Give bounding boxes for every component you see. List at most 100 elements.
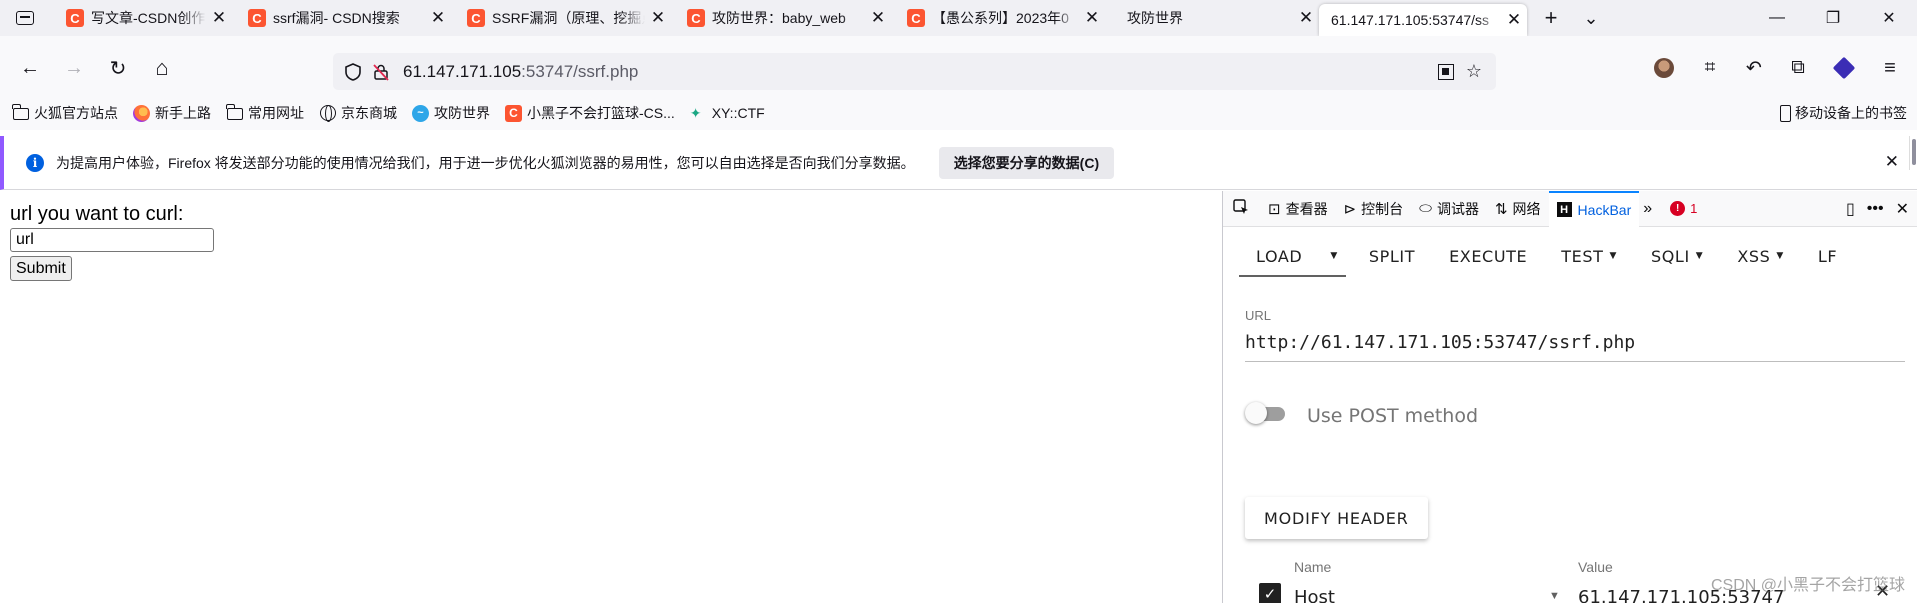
arrow-right-icon: → [64,56,84,79]
firefox-view-button[interactable] [0,0,50,36]
more-tools-button[interactable]: » [1639,191,1656,227]
tab-ssrf-page[interactable]: 61.147.171.105:53747/ss ✕ [1319,4,1527,36]
console-icon: ⊳ [1343,200,1357,218]
star-bookmark-icon[interactable]: ☆ [1466,61,1482,82]
close-icon[interactable]: ✕ [1885,152,1899,172]
bookmark-item[interactable]: ✦ XY::CTF [690,105,765,122]
arrow-left-icon: ← [20,56,40,79]
scrollbar[interactable] [1909,136,1917,170]
tab-baby-web[interactable]: C 攻防世界：baby_web ✕ [671,0,891,36]
submit-button[interactable]: Submit [10,256,72,281]
url-input[interactable] [10,228,214,252]
new-tab-button[interactable]: + [1531,0,1571,36]
tab-close-icon[interactable]: ✕ [1501,10,1527,30]
forward-button[interactable]: → [58,52,90,84]
hackbar-extension-button[interactable] [1826,52,1862,84]
close-window-button[interactable]: ✕ [1861,0,1917,36]
minimize-icon: — [1769,9,1785,26]
url-field-label: URL [1245,308,1272,323]
back-button[interactable]: ← [14,52,46,84]
element-picker-button[interactable] [1223,191,1260,227]
caret-down-icon: ▼ [1695,251,1704,261]
header-name-dropdown-icon[interactable]: ▼ [1549,590,1560,602]
qr-code-icon[interactable] [1437,63,1454,80]
tab-close-icon[interactable]: ✕ [865,8,891,28]
url-bar[interactable]: 61.147.171.105:53747/ssrf.php ☆ [333,53,1496,90]
tab-title: 攻防世界 [1127,8,1293,28]
bookmark-item[interactable]: C 小黑子不会打篮球-CS... [505,103,675,123]
undo-button[interactable]: ↶ [1736,52,1772,84]
tab-network[interactable]: ⇅ 网络 [1487,191,1549,227]
more-options-icon[interactable]: ••• [1867,200,1884,218]
test-menu[interactable]: TEST ▼ [1550,235,1628,277]
tab-title: ssrf漏洞- CSDN搜索 [273,8,425,28]
tab-close-icon[interactable]: ✕ [1079,8,1105,28]
globe-icon [319,105,336,122]
restore-button[interactable]: ❐ [1805,0,1861,36]
csdn-watermark: CSDN @小黑子不会打篮球 [1710,577,1905,594]
split-button[interactable]: SPLIT [1358,235,1426,277]
bookmark-item[interactable]: 京东商城 [319,103,397,123]
list-all-tabs-button[interactable]: ⌄ [1571,0,1611,36]
tab-csdn-search[interactable]: C ssrf漏洞- CSDN搜索 ✕ [232,0,451,36]
tab-inspector[interactable]: ⊡ 查看器 [1260,191,1336,227]
load-dropdown-button[interactable]: ▼ [1322,235,1346,277]
caret-down-icon: ▼ [1776,251,1784,261]
app-menu-button[interactable]: ≡ [1872,52,1908,84]
tab-yugong[interactable]: C 【愚公系列】2023年0 ✕ [891,0,1105,36]
plus-icon: + [1544,5,1558,30]
header-name-input[interactable]: Host [1294,587,1335,603]
debugger-icon: ⬭ [1419,200,1432,217]
picker-icon [1233,198,1250,219]
bookmark-item[interactable]: 新手上路 [133,103,211,123]
tab-debugger[interactable]: ⬭ 调试器 [1411,191,1487,227]
mobile-bookmarks-folder[interactable]: 移动设备上的书签 [1780,96,1907,130]
csdn-icon: C [248,9,266,27]
check-icon: ✓ [1263,586,1277,603]
lfi-menu[interactable]: LF [1807,235,1848,277]
tab-ssrf-article[interactable]: C SSRF漏洞（原理、挖掘点 ✕ [451,0,671,36]
post-method-toggle[interactable] [1245,402,1291,426]
load-button[interactable]: LOAD [1239,235,1322,277]
tab-close-icon[interactable]: ✕ [206,8,232,28]
bookmark-item[interactable]: ~ 攻防世界 [412,103,490,123]
csdn-icon: C [467,9,485,27]
close-icon[interactable]: ✕ [1896,199,1909,219]
url-text[interactable]: 61.147.171.105:53747/ssrf.php [403,62,638,82]
modify-header-button[interactable]: MODIFY HEADER [1245,497,1428,539]
error-count-badge[interactable]: ! 1 [1670,201,1697,216]
restore-icon: ❐ [1825,10,1841,27]
caret-down-icon: ▼ [1330,251,1338,261]
shield-icon[interactable] [339,62,367,81]
tab-hackbar[interactable]: H HackBar [1548,190,1640,227]
account-button[interactable] [1646,52,1682,84]
tab-close-icon[interactable]: ✕ [645,8,671,28]
reload-icon: ↻ [109,57,127,80]
bookmark-item[interactable]: 常用网址 [226,103,304,123]
chevron-down-icon: ⌄ [1583,7,1599,28]
header-enabled-checkbox[interactable]: ✓ [1259,583,1281,603]
bookmark-item[interactable]: 火狐官方站点 [12,103,118,123]
folder-icon [226,104,243,120]
insecure-lock-icon[interactable] [367,63,395,81]
home-button[interactable]: ⌂ [146,52,178,84]
tab-console[interactable]: ⊳ 控制台 [1336,191,1412,227]
tab-csdn-write[interactable]: C 写文章-CSDN创作中心 ✕ [50,0,232,36]
execute-button[interactable]: EXECUTE [1438,235,1538,277]
tab-adworld[interactable]: 攻防世界 ✕ [1105,0,1319,36]
extensions-button[interactable]: ⧉ [1780,52,1816,84]
tab-close-icon[interactable]: ✕ [425,8,451,28]
tab-title: 攻防世界：baby_web [712,8,865,28]
hackbar-url-input[interactable]: http://61.147.171.105:53747/ssrf.php [1245,332,1905,362]
minimize-button[interactable]: — [1749,0,1805,36]
reload-button[interactable]: ↻ [102,52,134,84]
chevrons-right-icon: » [1643,199,1653,217]
screenshot-button[interactable]: ⌗ [1692,52,1728,84]
responsive-design-icon[interactable]: ▯ [1846,199,1855,219]
choose-data-button[interactable]: 选择您要分享的数据(C) [938,146,1115,179]
notification-text: 为提高用户体验，Firefox 将发送部分功能的使用情况给我们，用于进一步优化火… [56,154,915,171]
header-name-label: Name [1294,559,1332,575]
sqli-menu[interactable]: SQLI ▼ [1640,235,1714,277]
xss-menu[interactable]: XSS ▼ [1726,235,1795,277]
tab-close-icon[interactable]: ✕ [1293,8,1319,28]
